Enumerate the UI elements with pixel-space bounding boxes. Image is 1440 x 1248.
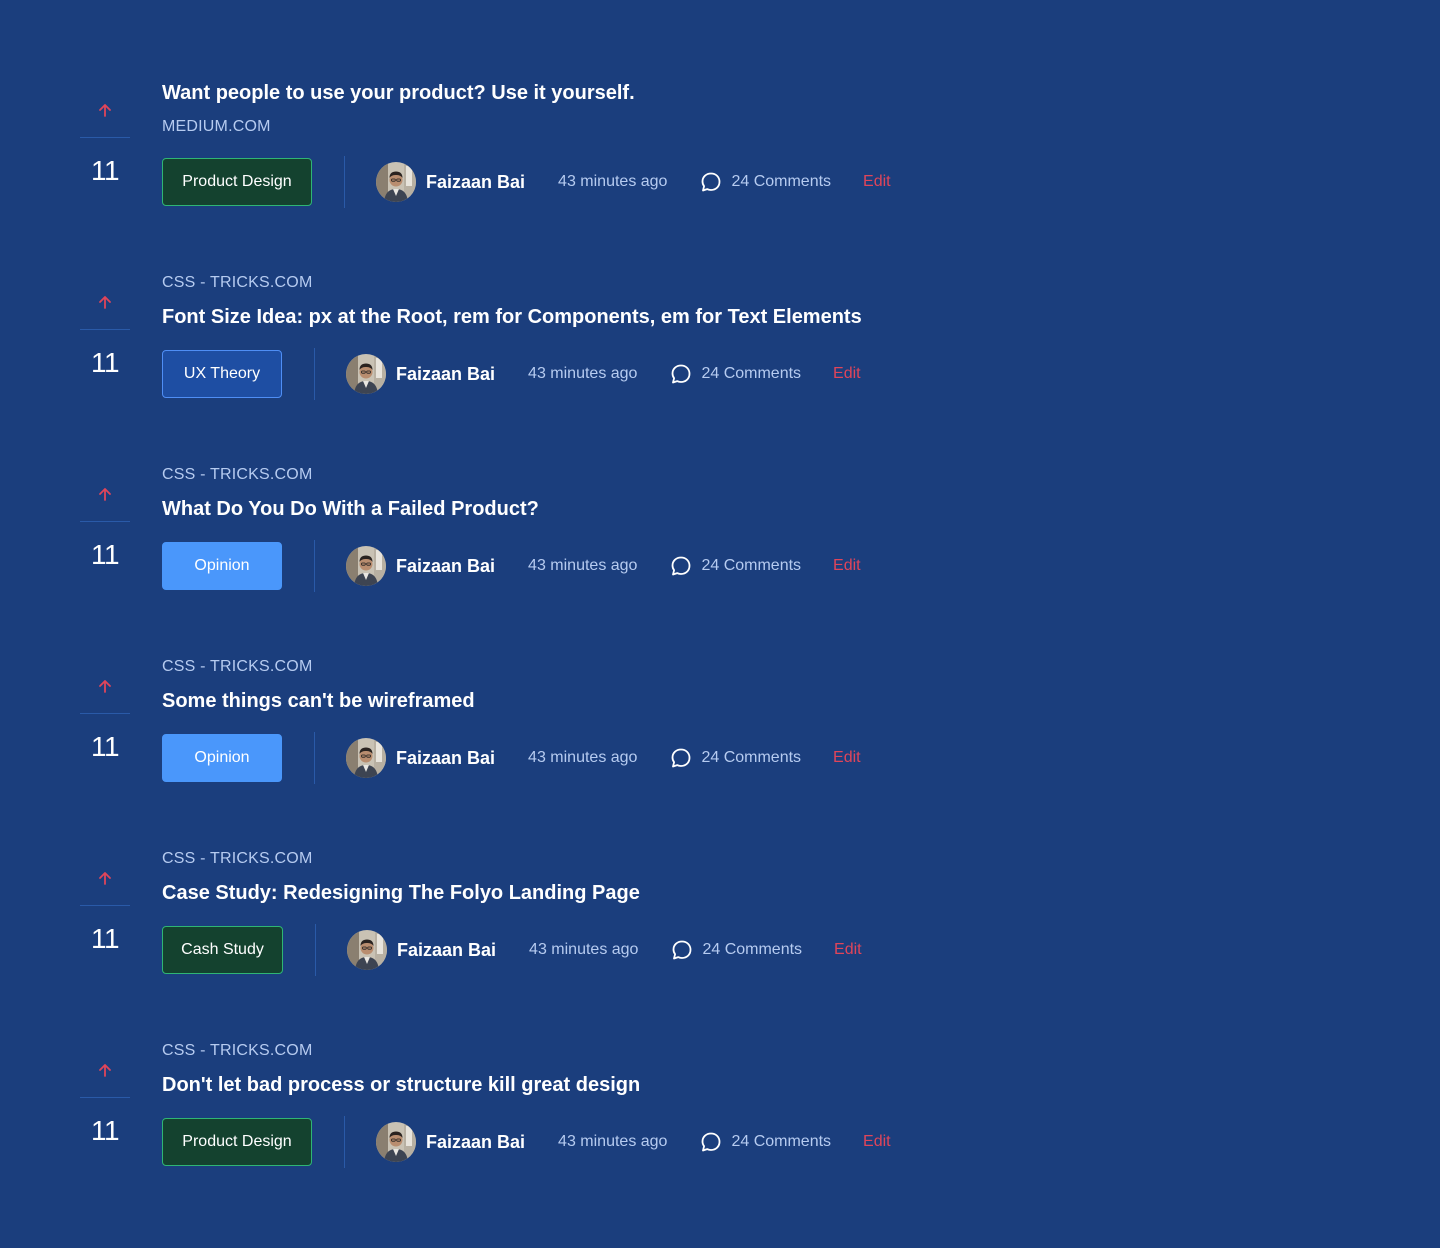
edit-link[interactable]: Edit xyxy=(863,1133,891,1151)
edit-link[interactable]: Edit xyxy=(833,749,861,767)
vote-divider xyxy=(80,137,130,138)
post-item: 11 MEDIUM.COM Want people to use your pr… xyxy=(0,0,1440,208)
post-item: 11 CSS - TRICKS.COM Case Study: Redesign… xyxy=(0,768,1440,976)
vote-count: 11 xyxy=(90,923,120,954)
post-meta: Product Design Faizaan Bai 43 minutes ag… xyxy=(162,1116,891,1168)
comments-count: 24 Comments xyxy=(701,365,802,382)
category-tag[interactable]: Product Design xyxy=(162,1118,312,1166)
comments-link[interactable]: 24 Comments xyxy=(671,939,802,961)
author-name[interactable]: Faizaan Bai xyxy=(396,364,495,385)
upvote-arrow-icon[interactable] xyxy=(97,102,113,118)
comment-icon xyxy=(671,939,693,961)
comments-link[interactable]: 24 Comments xyxy=(670,747,801,769)
comment-icon xyxy=(700,1131,722,1153)
post-title[interactable]: Font Size Idea: px at the Root, rem for … xyxy=(162,306,862,329)
meta-divider xyxy=(344,1116,345,1168)
edit-link[interactable]: Edit xyxy=(833,365,861,383)
comments-link[interactable]: 24 Comments xyxy=(700,171,831,193)
post-time: 43 minutes ago xyxy=(528,749,638,766)
author-name[interactable]: Faizaan Bai xyxy=(426,172,525,193)
vote-count: 11 xyxy=(90,731,120,762)
upvote-arrow-icon[interactable] xyxy=(97,1062,113,1078)
vote-divider xyxy=(80,1097,130,1098)
vote-column: 11 xyxy=(80,768,130,960)
vote-column: 11 xyxy=(80,960,130,1152)
vote-divider xyxy=(80,329,130,330)
vote-divider xyxy=(80,905,130,906)
post-item: 11 CSS - TRICKS.COM Some things can't be… xyxy=(0,576,1440,784)
vote-column: 11 xyxy=(80,0,130,192)
vote-column: 11 xyxy=(80,384,130,576)
comments-count: 24 Comments xyxy=(701,749,802,766)
post-item: 11 CSS - TRICKS.COM What Do You Do With … xyxy=(0,384,1440,592)
comments-count: 24 Comments xyxy=(731,173,832,190)
post-item: 11 CSS - TRICKS.COM Don't let bad proces… xyxy=(0,960,1440,1168)
comments-count: 24 Comments xyxy=(731,1133,832,1150)
post-title[interactable]: Some things can't be wireframed xyxy=(162,690,475,713)
post-source[interactable]: CSS - TRICKS.COM xyxy=(162,466,312,484)
upvote-arrow-icon[interactable] xyxy=(97,678,113,694)
upvote-arrow-icon[interactable] xyxy=(97,294,113,310)
comments-count: 24 Comments xyxy=(701,557,802,574)
post-title[interactable]: Don't let bad process or structure kill … xyxy=(162,1074,640,1097)
vote-column: 11 xyxy=(80,576,130,768)
post-source[interactable]: CSS - TRICKS.COM xyxy=(162,850,312,868)
post-time: 43 minutes ago xyxy=(528,557,638,574)
post-source[interactable]: MEDIUM.COM xyxy=(162,118,271,136)
post-source[interactable]: CSS - TRICKS.COM xyxy=(162,274,312,292)
vote-divider xyxy=(80,521,130,522)
post-title[interactable]: What Do You Do With a Failed Product? xyxy=(162,498,539,521)
author-name[interactable]: Faizaan Bai xyxy=(396,748,495,769)
comments-link[interactable]: 24 Comments xyxy=(670,555,801,577)
comments-count: 24 Comments xyxy=(702,941,803,958)
comment-icon xyxy=(700,171,722,193)
post-time: 43 minutes ago xyxy=(558,173,668,190)
author-name[interactable]: Faizaan Bai xyxy=(426,1132,525,1153)
post-time: 43 minutes ago xyxy=(529,941,639,958)
author-name[interactable]: Faizaan Bai xyxy=(397,940,496,961)
post-source[interactable]: CSS - TRICKS.COM xyxy=(162,1042,312,1060)
author-avatar[interactable] xyxy=(376,1122,416,1162)
vote-count: 11 xyxy=(90,539,120,570)
comments-link[interactable]: 24 Comments xyxy=(670,363,801,385)
vote-count: 11 xyxy=(90,155,120,186)
vote-count: 11 xyxy=(90,347,120,378)
post-source[interactable]: CSS - TRICKS.COM xyxy=(162,658,312,676)
comment-icon xyxy=(670,363,692,385)
edit-link[interactable]: Edit xyxy=(863,173,891,191)
comments-link[interactable]: 24 Comments xyxy=(700,1131,831,1153)
comment-icon xyxy=(670,747,692,769)
post-time: 43 minutes ago xyxy=(528,365,638,382)
post-item: 11 CSS - TRICKS.COM Font Size Idea: px a… xyxy=(0,192,1440,400)
post-title[interactable]: Want people to use your product? Use it … xyxy=(162,82,635,105)
vote-count: 11 xyxy=(90,1115,120,1146)
post-time: 43 minutes ago xyxy=(558,1133,668,1150)
upvote-arrow-icon[interactable] xyxy=(97,870,113,886)
author-name[interactable]: Faizaan Bai xyxy=(396,556,495,577)
upvote-arrow-icon[interactable] xyxy=(97,486,113,502)
vote-divider xyxy=(80,713,130,714)
vote-column: 11 xyxy=(80,192,130,384)
post-title[interactable]: Case Study: Redesigning The Folyo Landin… xyxy=(162,882,640,905)
edit-link[interactable]: Edit xyxy=(833,557,861,575)
edit-link[interactable]: Edit xyxy=(834,941,862,959)
comment-icon xyxy=(670,555,692,577)
